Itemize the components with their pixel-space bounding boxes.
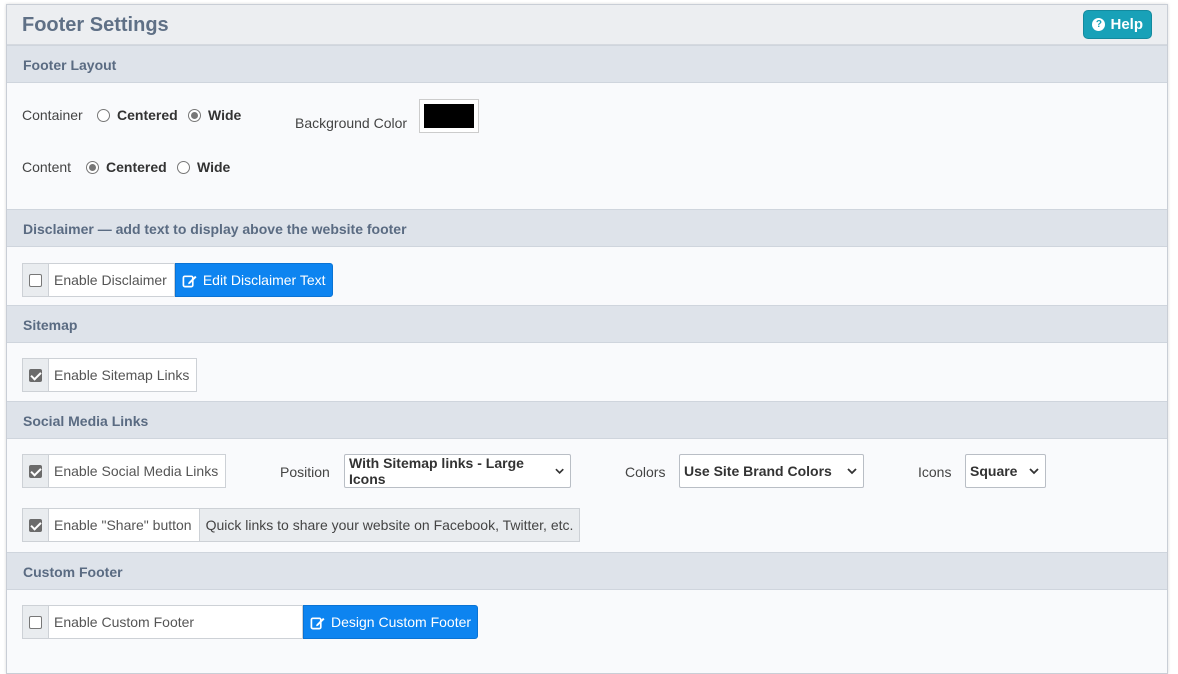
container-centered-radio[interactable] — [97, 108, 110, 122]
custom-footer-checkbox-addon[interactable] — [22, 605, 49, 639]
section-header-social-media: Social Media Links — [7, 401, 1167, 439]
container-centered-label: Centered — [117, 107, 178, 123]
section-header-custom-footer: Custom Footer — [7, 552, 1167, 590]
custom-footer-group: Enable Custom Footer Design Custom Foote… — [22, 605, 479, 639]
enable-share-checkbox[interactable] — [29, 518, 42, 532]
panel-header: Footer Settings ? Help — [7, 5, 1167, 45]
section-header-sitemap: Sitemap — [7, 305, 1167, 343]
share-group: Enable "Share" button Quick links to sha… — [22, 508, 581, 542]
enable-custom-footer-label: Enable Custom Footer — [49, 605, 303, 639]
disclaimer-checkbox-addon[interactable] — [22, 263, 49, 297]
question-circle-icon: ? — [1092, 18, 1106, 31]
disclaimer-group: Enable Disclaimer Edit Disclaimer Text — [22, 263, 333, 297]
section-header-disclaimer: Disclaimer — add text to display above t… — [7, 209, 1167, 247]
chevron-down-icon — [555, 468, 564, 474]
footer-settings-panel: Footer Settings ? Help Footer Layout Con… — [6, 4, 1168, 674]
icons-label: Icons — [918, 464, 952, 480]
position-select-value: With Sitemap links - Large Icons — [349, 455, 524, 487]
edit-icon — [182, 274, 197, 287]
enable-disclaimer-label: Enable Disclaimer — [49, 263, 175, 297]
share-checkbox-addon[interactable] — [22, 508, 49, 542]
container-option-centered[interactable]: Centered — [97, 107, 178, 123]
content-wide-label: Wide — [197, 159, 231, 175]
position-label: Position — [280, 464, 330, 480]
enable-social-checkbox[interactable] — [29, 464, 42, 478]
icons-select-value: Square — [970, 463, 1018, 479]
icons-select[interactable]: Square — [965, 454, 1046, 488]
background-color-label: Background Color — [295, 115, 408, 131]
social-checkbox-addon[interactable] — [22, 454, 49, 488]
content-label: Content — [22, 159, 72, 175]
enable-social-label: Enable Social Media Links — [49, 454, 227, 488]
section-header-footer-layout: Footer Layout — [7, 45, 1167, 83]
design-custom-footer-button-label: Design Custom Footer — [331, 614, 472, 630]
container-wide-radio[interactable] — [188, 108, 201, 122]
social-enable-group: Enable Social Media Links — [22, 454, 227, 488]
position-select[interactable]: With Sitemap links - Large Icons — [344, 454, 571, 488]
edit-disclaimer-button-label: Edit Disclaimer Text — [202, 272, 326, 288]
content-option-centered[interactable]: Centered — [86, 159, 167, 175]
share-info-text: Quick links to share your website on Fac… — [199, 508, 581, 542]
enable-share-label: Enable "Share" button — [49, 508, 200, 542]
content-centered-radio[interactable] — [86, 160, 99, 174]
help-button[interactable]: ? Help — [1083, 10, 1152, 39]
colors-select[interactable]: Use Site Brand Colors — [679, 454, 864, 488]
colors-select-value: Use Site Brand Colors — [684, 463, 832, 479]
content-option-wide[interactable]: Wide — [177, 159, 230, 175]
sitemap-group: Enable Sitemap Links — [22, 358, 198, 392]
chevron-down-icon — [1029, 467, 1039, 474]
container-wide-label: Wide — [208, 107, 242, 123]
chevron-down-icon — [847, 467, 857, 474]
background-color-picker[interactable] — [419, 99, 479, 133]
container-option-wide[interactable]: Wide — [188, 107, 241, 123]
content-wide-radio[interactable] — [177, 160, 190, 174]
edit-icon — [310, 616, 325, 629]
container-label: Container — [22, 107, 83, 123]
colors-label: Colors — [625, 464, 666, 480]
enable-sitemap-label: Enable Sitemap Links — [49, 358, 198, 392]
enable-sitemap-checkbox[interactable] — [29, 368, 42, 382]
page-title: Footer Settings — [22, 14, 169, 36]
enable-disclaimer-checkbox[interactable] — [29, 273, 42, 287]
background-color-swatch — [424, 104, 474, 128]
design-custom-footer-button[interactable]: Design Custom Footer — [303, 605, 479, 639]
content-centered-label: Centered — [106, 159, 167, 175]
help-button-label: Help — [1110, 16, 1143, 33]
enable-custom-footer-checkbox[interactable] — [29, 615, 42, 629]
sitemap-checkbox-addon[interactable] — [22, 358, 49, 392]
edit-disclaimer-button[interactable]: Edit Disclaimer Text — [174, 263, 333, 297]
